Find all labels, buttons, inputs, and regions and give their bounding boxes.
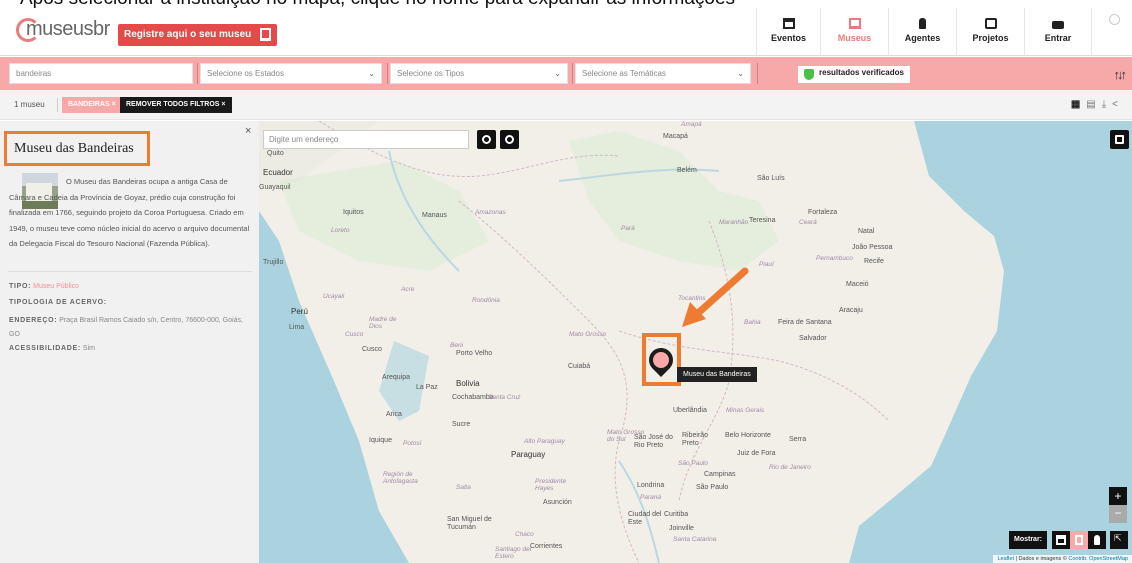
chevron-down-icon: ⌄ bbox=[554, 69, 561, 78]
show-label: Mostrar: bbox=[1009, 531, 1048, 549]
logo-text: museusbr bbox=[26, 18, 110, 40]
show-events-toggle[interactable] bbox=[1052, 531, 1070, 549]
museum-icon bbox=[1075, 535, 1083, 545]
acess-label: ACESSIBILIDADE: bbox=[9, 345, 81, 352]
verified-results-toggle[interactable]: resultados verificados bbox=[798, 66, 910, 83]
leaflet-link[interactable]: Leaflet bbox=[997, 556, 1014, 562]
view-toggles: ▦▤⤓< bbox=[1071, 99, 1124, 110]
nav-projetos-label: Projetos bbox=[972, 33, 1009, 43]
info-icon[interactable] bbox=[1109, 14, 1120, 25]
nav-museus-label: Museus bbox=[837, 33, 872, 43]
expand-map-button[interactable]: ⇱ bbox=[1110, 531, 1128, 549]
nav-entrar[interactable]: Entrar bbox=[1024, 8, 1092, 56]
page: Após selecionar a instituição no mapa, c… bbox=[0, 0, 1132, 563]
chevron-down-icon: ⌄ bbox=[737, 69, 744, 78]
endereco-label: ENDEREÇO: bbox=[9, 317, 58, 324]
zoom-out-button[interactable]: − bbox=[1109, 505, 1127, 523]
tematicas-select-label: Selecione as Temáticas bbox=[582, 69, 666, 78]
museum-name: Museu das Bandeiras bbox=[14, 141, 134, 156]
expand-icon: ⇱ bbox=[1114, 533, 1122, 543]
show-museums-toggle[interactable] bbox=[1070, 531, 1088, 549]
list-view-icon[interactable]: ▤ bbox=[1086, 99, 1101, 110]
nav-agentes-label: Agentes bbox=[904, 33, 941, 43]
remove-all-filters-button[interactable]: REMOVER TODOS FILTROS × bbox=[120, 97, 232, 113]
calendar-icon bbox=[782, 18, 795, 29]
tipos-select[interactable]: Selecione os Tipos ⌄ bbox=[390, 63, 568, 84]
active-filter-label: BANDEIRAS bbox=[68, 101, 110, 108]
nav-projetos[interactable]: Projetos bbox=[956, 8, 1024, 56]
instruction-banner: Após selecionar a instituição no mapa, c… bbox=[0, 0, 1132, 8]
nav-agentes[interactable]: Agentes bbox=[888, 8, 956, 56]
museum-description: O Museu das Bandeiras ocupa a antiga Cas… bbox=[9, 177, 250, 248]
museum-acessibilidade: ACESSIBILIDADE: Sim bbox=[9, 345, 95, 352]
agent-icon bbox=[1094, 535, 1100, 545]
tipos-select-label: Selecione os Tipos bbox=[397, 69, 465, 78]
close-icon[interactable]: × bbox=[112, 101, 116, 108]
remove-all-filters-label: REMOVER TODOS FILTROS bbox=[126, 101, 220, 108]
project-icon bbox=[984, 18, 997, 29]
map-attribution: Leaflet | Dados e imagens © Contrib. Ope… bbox=[993, 555, 1132, 563]
estados-select-label: Selecione os Estados bbox=[207, 69, 284, 78]
map-view-icon[interactable]: ▦ bbox=[1071, 99, 1086, 110]
nav-eventos[interactable]: Eventos bbox=[756, 8, 820, 56]
tipologia-label: TIPOLOGIA DE ACERVO: bbox=[9, 299, 107, 306]
estados-select[interactable]: Selecione os Estados ⌄ bbox=[200, 63, 382, 84]
show-label-text: Mostrar: bbox=[1014, 536, 1043, 543]
share-icon[interactable]: < bbox=[1112, 99, 1124, 110]
results-divider bbox=[57, 98, 58, 112]
museum-detail-panel: × Museu das Bandeiras O Museu das Bandei… bbox=[0, 121, 259, 563]
site-header: museusbr Registre aqui o seu museu Event… bbox=[0, 8, 1132, 56]
filter-divider bbox=[572, 63, 573, 84]
osm-link[interactable]: Contrib. OpenStreetMap bbox=[1068, 556, 1128, 562]
tematicas-select[interactable]: Selecione as Temáticas ⌄ bbox=[575, 63, 751, 84]
filter-bar: bandeiras Selecione os Estados ⌄ Selecio… bbox=[0, 57, 1132, 90]
museum-name-link[interactable]: Museu das Bandeiras bbox=[4, 131, 150, 166]
results-count: 1 museu bbox=[14, 100, 45, 109]
close-icon: × bbox=[221, 101, 226, 108]
attribution-text: | Dados e imagens © bbox=[1015, 556, 1067, 562]
tipo-label: TIPO: bbox=[9, 283, 32, 290]
nav-entrar-label: Entrar bbox=[1044, 33, 1072, 43]
instruction-text: Após selecionar a instituição no mapa, c… bbox=[20, 0, 735, 8]
filter-divider bbox=[757, 63, 758, 84]
show-agents-toggle[interactable] bbox=[1088, 531, 1106, 549]
active-filter-chip[interactable]: BANDEIRAS × bbox=[62, 97, 122, 113]
nav-eventos-label: Eventos bbox=[770, 33, 806, 43]
museum-tipo: TIPO: Museu Público bbox=[9, 283, 79, 290]
zoom-in-button[interactable]: + bbox=[1109, 487, 1127, 505]
verified-label: resultados verificados bbox=[819, 68, 904, 77]
shield-check-icon bbox=[804, 69, 814, 80]
register-museum-label: Registre aqui o seu museu bbox=[124, 29, 252, 40]
acess-value: Sim bbox=[82, 345, 95, 352]
museum-search-input[interactable]: bandeiras bbox=[9, 63, 193, 84]
search-value: bandeiras bbox=[16, 69, 52, 78]
map-view[interactable]: Digite um endereço Quito Ecuador Guayaqu… bbox=[259, 121, 1132, 563]
nav-museus[interactable]: Museus bbox=[820, 8, 888, 56]
filter-divider bbox=[387, 63, 388, 84]
tipo-value[interactable]: Museu Público bbox=[33, 283, 79, 290]
museum-tipologia: TIPOLOGIA DE ACERVO: bbox=[9, 299, 107, 306]
museum-icon bbox=[260, 28, 272, 41]
agent-icon bbox=[919, 18, 926, 29]
results-bar: 1 museu BANDEIRAS × REMOVER TODOS FILTRO… bbox=[0, 90, 1132, 120]
chevron-down-icon: ⌄ bbox=[368, 69, 375, 78]
museusbr-logo[interactable]: museusbr bbox=[16, 16, 110, 46]
calendar-icon bbox=[1056, 535, 1066, 545]
close-icon[interactable]: × bbox=[245, 125, 251, 137]
museum-icon bbox=[848, 18, 861, 29]
annotation-arrow-icon bbox=[682, 267, 749, 327]
filter-divider bbox=[197, 63, 198, 84]
advanced-filters-icon[interactable]: ↑↓↑ bbox=[1114, 67, 1127, 82]
download-icon[interactable]: ⤓ bbox=[1102, 99, 1112, 110]
divider bbox=[8, 271, 252, 272]
lock-icon bbox=[1052, 21, 1064, 29]
museum-endereco: ENDEREÇO: Praça Brasil Ramos Caiado s/n,… bbox=[9, 314, 249, 342]
register-museum-button[interactable]: Registre aqui o seu museu bbox=[118, 24, 278, 46]
